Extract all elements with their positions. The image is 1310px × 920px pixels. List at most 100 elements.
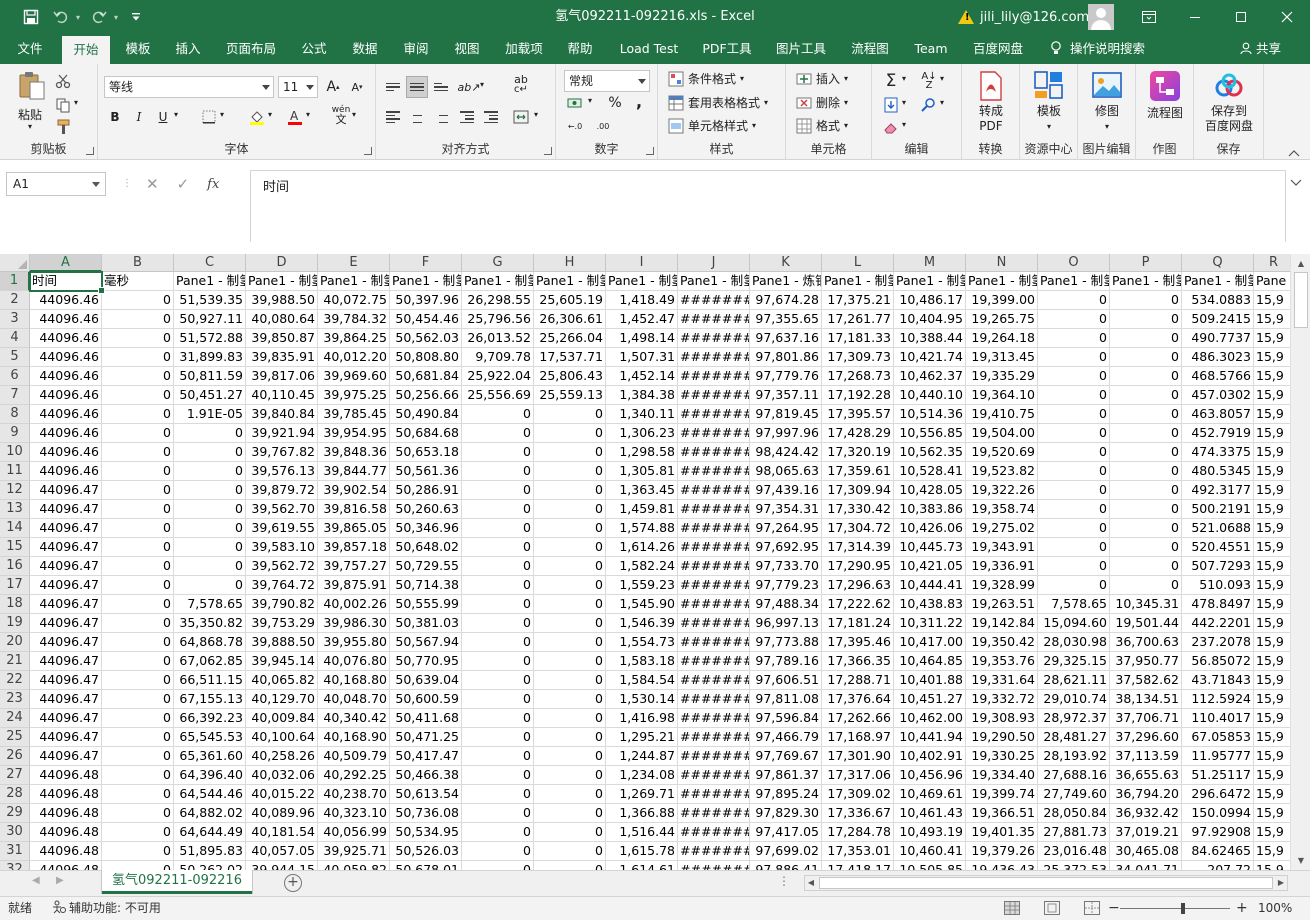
cell-r9[interactable]: 15,9 xyxy=(1254,424,1290,443)
spreadsheet-grid[interactable]: ABCDEFGHIJKLMNOPQR 1 2 3 4 5 6 7 8 9 10 11 12 13 14 15… xyxy=(0,254,1290,870)
merge-center-icon[interactable] xyxy=(510,106,532,128)
cell-j10[interactable]: ####### xyxy=(678,443,750,462)
cell-q9[interactable]: 452.7919 xyxy=(1182,424,1254,443)
undo-icon[interactable] xyxy=(50,0,72,34)
cell-b25[interactable]: 0 xyxy=(102,728,174,747)
cell-p27[interactable]: 36,655.63 xyxy=(1110,766,1182,785)
cell-l3[interactable]: 17,261.77 xyxy=(822,310,894,329)
cell-r15[interactable]: 15,9 xyxy=(1254,538,1290,557)
cell-n6[interactable]: 19,335.29 xyxy=(966,367,1038,386)
cell-j20[interactable]: ####### xyxy=(678,633,750,652)
cell-l4[interactable]: 17,181.33 xyxy=(822,329,894,348)
cell-g11[interactable]: 0 xyxy=(462,462,534,481)
cell-p25[interactable]: 37,296.60 xyxy=(1110,728,1182,747)
sheet-tab-active[interactable]: 氢气092211-092216 xyxy=(102,870,252,894)
cell-o4[interactable]: 0 xyxy=(1038,329,1110,348)
cell-c5[interactable]: 31,899.83 xyxy=(174,348,246,367)
cell-a5[interactable]: 44096.46 xyxy=(30,348,102,367)
help-search[interactable]: 操作说明搜索 xyxy=(1050,34,1145,64)
cell-q17[interactable]: 510.093 xyxy=(1182,576,1254,595)
cell-l5[interactable]: 17,309.73 xyxy=(822,348,894,367)
name-box[interactable]: A1 xyxy=(6,172,106,196)
cell-i29[interactable]: 1,366.88 xyxy=(606,804,678,823)
cell-e21[interactable]: 40,076.80 xyxy=(318,652,390,671)
cell-l8[interactable]: 17,395.57 xyxy=(822,405,894,424)
merge-dropdown-icon[interactable]: ▾ xyxy=(534,110,538,119)
column-header-b[interactable]: B xyxy=(102,254,174,272)
row-header-11[interactable]: 11 xyxy=(0,462,30,481)
cell-n4[interactable]: 19,264.18 xyxy=(966,329,1038,348)
cell-r3[interactable]: 15,9 xyxy=(1254,310,1290,329)
cell-r6[interactable]: 15,9 xyxy=(1254,367,1290,386)
cell-q1[interactable]: Pane1 - 制氢 xyxy=(1182,272,1254,291)
cell-r21[interactable]: 15,9 xyxy=(1254,652,1290,671)
horizontal-scroll-thumb[interactable] xyxy=(819,877,1273,889)
vertical-scroll-thumb[interactable] xyxy=(1294,272,1308,328)
cell-c1[interactable]: Pane1 - 制氢 xyxy=(174,272,246,291)
cell-r11[interactable]: 15,9 xyxy=(1254,462,1290,481)
cell-c18[interactable]: 7,578.65 xyxy=(174,595,246,614)
cell-i13[interactable]: 1,459.81 xyxy=(606,500,678,519)
expand-formula-bar-icon[interactable] xyxy=(1290,176,1304,190)
cell-q30[interactable]: 97.92908 xyxy=(1182,823,1254,842)
cell-i20[interactable]: 1,554.73 xyxy=(606,633,678,652)
bold-button[interactable]: B xyxy=(104,106,126,128)
copy-icon[interactable] xyxy=(52,94,74,116)
cell-e26[interactable]: 40,509.79 xyxy=(318,747,390,766)
save-icon[interactable] xyxy=(18,0,44,34)
tab-team[interactable]: Team xyxy=(906,34,956,64)
cell-h14[interactable]: 0 xyxy=(534,519,606,538)
cell-m12[interactable]: 10,428.05 xyxy=(894,481,966,500)
row-header-14[interactable]: 14 xyxy=(0,519,30,538)
cell-p13[interactable]: 0 xyxy=(1110,500,1182,519)
cell-p21[interactable]: 37,950.77 xyxy=(1110,652,1182,671)
cell-q14[interactable]: 521.0688 xyxy=(1182,519,1254,538)
cell-i6[interactable]: 1,452.14 xyxy=(606,367,678,386)
cell-m18[interactable]: 10,438.83 xyxy=(894,595,966,614)
cell-g22[interactable]: 0 xyxy=(462,671,534,690)
insert-function-icon[interactable]: fx xyxy=(207,177,219,192)
cell-c10[interactable]: 0 xyxy=(174,443,246,462)
cell-e14[interactable]: 39,865.05 xyxy=(318,519,390,538)
cell-o16[interactable]: 0 xyxy=(1038,557,1110,576)
cell-j23[interactable]: ####### xyxy=(678,690,750,709)
cell-f8[interactable]: 50,490.84 xyxy=(390,405,462,424)
autosum-dropdown-icon[interactable]: ▾ xyxy=(902,74,906,83)
cell-a1[interactable]: 时间 xyxy=(30,272,102,291)
cell-l17[interactable]: 17,296.63 xyxy=(822,576,894,595)
decrease-decimal-button[interactable]: .00 xyxy=(592,116,614,138)
row-header-3[interactable]: 3 xyxy=(0,310,30,329)
cell-q5[interactable]: 486.3023 xyxy=(1182,348,1254,367)
cell-k11[interactable]: 98,065.63 xyxy=(750,462,822,481)
cell-l13[interactable]: 17,330.42 xyxy=(822,500,894,519)
cell-m29[interactable]: 10,461.43 xyxy=(894,804,966,823)
number-format-select[interactable]: 常规 xyxy=(564,70,650,92)
cell-k30[interactable]: 97,417.05 xyxy=(750,823,822,842)
cell-m11[interactable]: 10,528.41 xyxy=(894,462,966,481)
cell-e19[interactable]: 39,986.30 xyxy=(318,614,390,633)
tab-flowchart[interactable]: 流程图 xyxy=(844,34,896,64)
paste-icon[interactable] xyxy=(16,70,48,102)
cell-l30[interactable]: 17,284.78 xyxy=(822,823,894,842)
cell-c20[interactable]: 64,868.78 xyxy=(174,633,246,652)
cell-q13[interactable]: 500.2191 xyxy=(1182,500,1254,519)
cell-d14[interactable]: 39,619.55 xyxy=(246,519,318,538)
cell-e15[interactable]: 39,857.18 xyxy=(318,538,390,557)
italic-button[interactable]: I xyxy=(128,106,150,128)
cell-b11[interactable]: 0 xyxy=(102,462,174,481)
scroll-left-icon[interactable]: ◀ xyxy=(805,876,817,890)
increase-indent-icon[interactable] xyxy=(480,106,502,128)
cell-m6[interactable]: 10,462.37 xyxy=(894,367,966,386)
cell-f7[interactable]: 50,256.66 xyxy=(390,386,462,405)
cell-l32[interactable]: 17,418.17 xyxy=(822,861,894,870)
cell-k27[interactable]: 97,861.37 xyxy=(750,766,822,785)
insert-cells-button[interactable]: 插入 ▾ xyxy=(796,70,848,87)
cell-g13[interactable]: 0 xyxy=(462,500,534,519)
comma-style-button[interactable]: , xyxy=(628,90,650,112)
cell-j26[interactable]: ####### xyxy=(678,747,750,766)
cell-h10[interactable]: 0 xyxy=(534,443,606,462)
cell-r5[interactable]: 15,9 xyxy=(1254,348,1290,367)
cell-f32[interactable]: 50,678.01 xyxy=(390,861,462,870)
tab-page-layout[interactable]: 页面布局 xyxy=(220,34,282,64)
row-header-19[interactable]: 19 xyxy=(0,614,30,633)
